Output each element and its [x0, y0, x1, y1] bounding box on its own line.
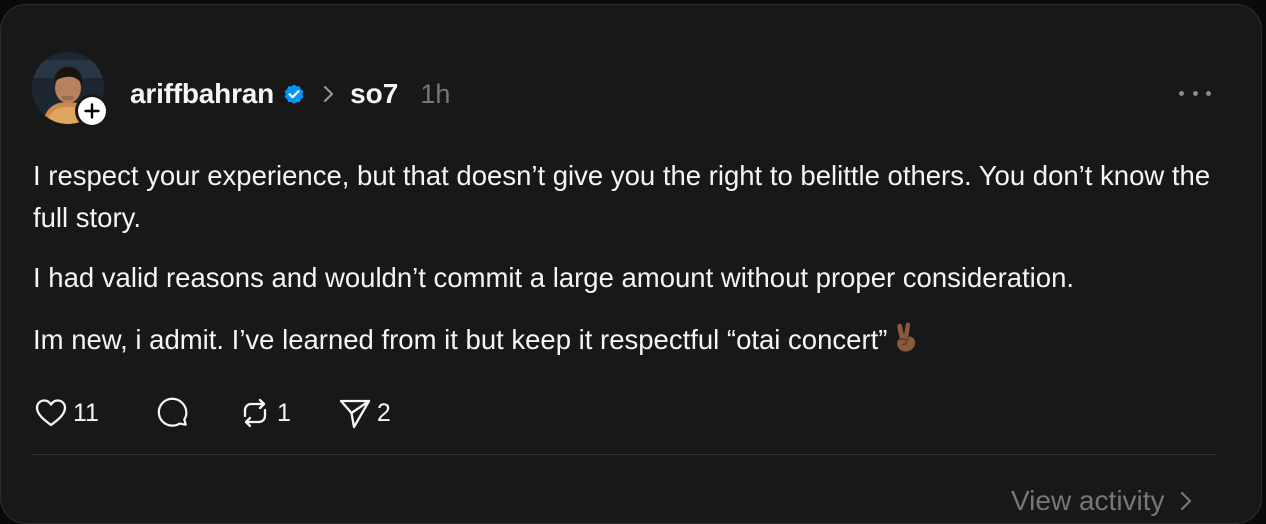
more-dot [1206, 90, 1211, 96]
post-card: ariffbahran so7 1h I respect your experi… [0, 4, 1262, 524]
view-activity-link[interactable]: View activity [1011, 485, 1193, 517]
heart-icon [35, 399, 67, 427]
author-avatar-group[interactable] [32, 52, 109, 128]
reply-button[interactable] [155, 395, 195, 431]
plus-icon [84, 103, 100, 119]
follow-button[interactable] [75, 94, 109, 128]
share-count: 2 [376, 398, 391, 427]
post-actions: 11 1 2 [33, 393, 391, 433]
like-count: 11 [73, 398, 99, 427]
author-username[interactable]: ariffbahran [130, 78, 274, 110]
like-button[interactable]: 11 [33, 395, 99, 431]
send-icon [339, 399, 371, 429]
repost-count: 1 [276, 398, 291, 427]
repost-button[interactable]: 1 [237, 395, 291, 431]
more-dot [1192, 90, 1198, 96]
more-options-button[interactable] [1179, 83, 1211, 103]
divider [33, 454, 1215, 455]
repost-icon [243, 398, 267, 428]
community-tag[interactable]: so7 [350, 78, 398, 110]
more-dot [1179, 90, 1184, 96]
post-header: ariffbahran so7 1h [130, 75, 450, 113]
post-body: I respect your experience, but that does… [33, 155, 1233, 361]
view-activity-label: View activity [1011, 485, 1165, 516]
chevron-right-icon [324, 86, 334, 102]
share-button[interactable]: 2 [337, 395, 391, 431]
post-timestamp: 1h [420, 78, 451, 109]
victory-hand-emoji-icon [897, 322, 916, 352]
post-paragraph: I had valid reasons and wouldn’t commit … [33, 262, 1074, 293]
post-paragraph: I respect your experience, but that does… [33, 160, 1211, 233]
comment-icon [157, 397, 188, 427]
post-paragraph-last: Im new, i admit. I’ve learned from it bu… [33, 319, 1233, 361]
chevron-right-icon [1180, 491, 1191, 511]
verified-badge-icon [284, 84, 304, 104]
post-paragraph-text: Im new, i admit. I’ve learned from it bu… [33, 324, 888, 355]
